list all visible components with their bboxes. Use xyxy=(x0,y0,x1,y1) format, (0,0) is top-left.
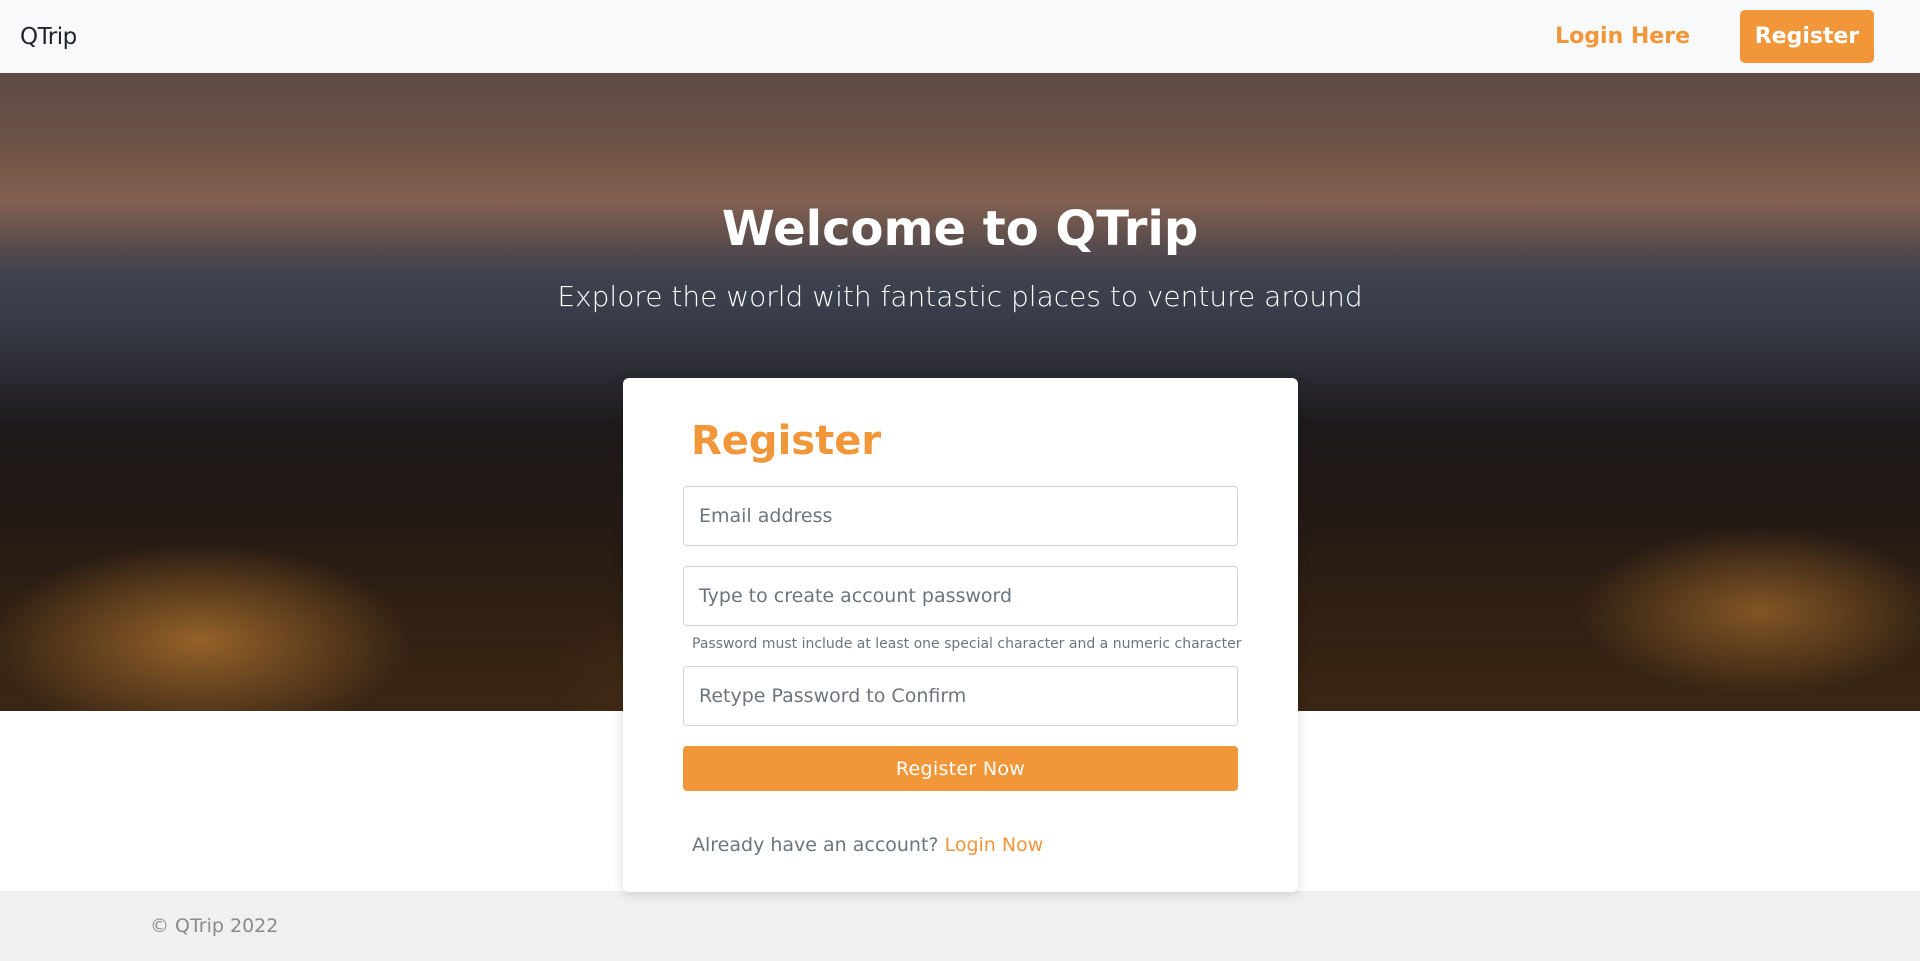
email-input[interactable] xyxy=(683,486,1238,546)
login-prompt-text: Already have an account? xyxy=(692,834,945,856)
hero-subtitle: Explore the world with fantastic places … xyxy=(557,280,1363,313)
register-form-title: Register xyxy=(691,418,882,464)
confirm-password-input[interactable] xyxy=(683,666,1238,726)
password-input[interactable] xyxy=(683,566,1238,626)
register-now-button[interactable]: Register Now xyxy=(683,746,1238,791)
password-hint: Password must include at least one speci… xyxy=(692,636,1242,652)
footer-copyright: © QTrip 2022 xyxy=(150,915,279,937)
hero-title: Welcome to QTrip xyxy=(721,201,1199,257)
register-card: Register Password must include at least … xyxy=(623,378,1298,892)
brand-logo[interactable]: QTrip xyxy=(20,24,77,50)
footer: © QTrip 2022 xyxy=(0,891,1920,961)
login-prompt: Already have an account? Login Now xyxy=(692,834,1043,856)
nav-actions: Login Here Register xyxy=(1555,10,1900,63)
navbar: QTrip Login Here Register xyxy=(0,0,1920,73)
login-now-link[interactable]: Login Now xyxy=(945,834,1044,856)
register-nav-button[interactable]: Register xyxy=(1740,10,1874,63)
login-here-link[interactable]: Login Here xyxy=(1555,24,1690,49)
